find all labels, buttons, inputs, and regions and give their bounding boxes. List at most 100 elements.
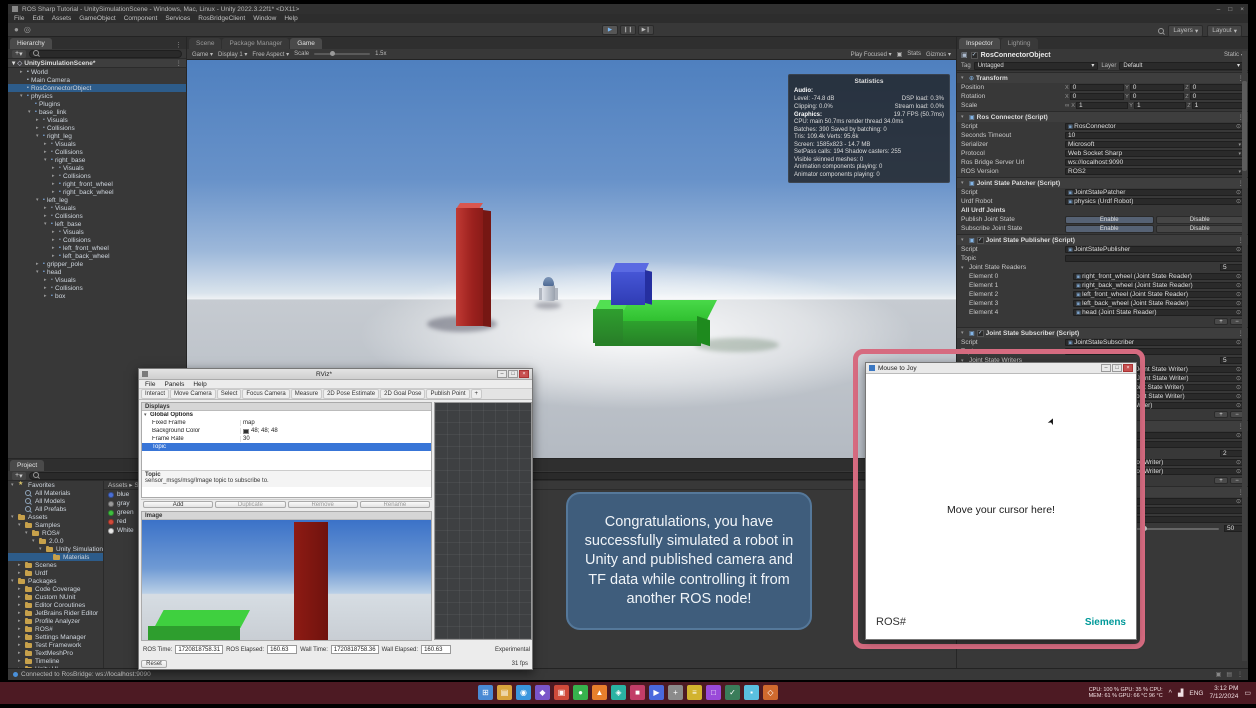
minimize-button[interactable]: – — [1101, 364, 1111, 372]
gameobject-name-field[interactable]: RosConnectorObject — [981, 52, 1051, 59]
display-property-row[interactable]: Topic — [142, 443, 431, 451]
project-folder-item[interactable]: ▸ ROS# — [8, 625, 103, 633]
foldout-arrow-icon[interactable]: ▾ — [36, 269, 43, 275]
taskbar-app-icon[interactable]: ✓ — [725, 685, 740, 700]
taskbar-app-icon[interactable]: □ — [706, 685, 721, 700]
hierarchy-item[interactable]: ▸ Visuals — [8, 140, 186, 148]
taskbar-app-icon[interactable]: ▣ — [554, 685, 569, 700]
object-picker-icon[interactable]: ⊙ — [1236, 300, 1241, 307]
taskbar-app-icon[interactable]: ◉ — [516, 685, 531, 700]
list-size-field[interactable]: 2 — [1220, 450, 1244, 457]
foldout-arrow-icon[interactable]: ▸ — [52, 229, 59, 235]
foldout-arrow-icon[interactable]: ▸ — [44, 285, 51, 291]
inspector-row[interactable]: Protocol Web Socket Sharp▾⊙ ⋮ — [957, 149, 1248, 158]
inspector-row[interactable]: Rotation X0Y0Z0 ▾⊙ ⋮ — [957, 92, 1248, 101]
hierarchy-item[interactable]: ▾ left_leg — [8, 196, 186, 204]
wall-time-value[interactable]: 1720818758.36 — [331, 645, 379, 654]
inspector-row[interactable]: Subscribe Joint State ▾⊙ Enable Disable … — [957, 224, 1248, 233]
inspector-scrollbar[interactable] — [1242, 51, 1247, 661]
hierarchy-item[interactable]: ▸ Visuals — [8, 204, 186, 212]
project-folder-item[interactable]: ▾ Favorites — [8, 481, 103, 489]
object-picker-icon[interactable]: ⊙ — [1236, 273, 1241, 280]
view-tab[interactable]: Package Manager — [222, 38, 289, 49]
taskbar-app-icon[interactable]: ▶ — [649, 685, 664, 700]
hierarchy-item[interactable]: ▸ right_back_wheel — [8, 188, 186, 196]
inspector-row[interactable]: Element 3 left_back_wheel (Joint State R… — [957, 299, 1248, 308]
foldout-arrow-icon[interactable]: ▾ — [11, 578, 18, 584]
object-picker-icon[interactable]: ⊙ — [1236, 375, 1241, 382]
foldout-arrow-icon[interactable]: ▸ — [44, 213, 51, 219]
inspector-row[interactable]: Topic ▾⊙ ⋮ — [957, 254, 1248, 263]
list-size-field[interactable]: 5 — [1220, 264, 1244, 271]
minimize-button[interactable]: – — [1217, 6, 1221, 13]
hierarchy-item[interactable]: ▸ World — [8, 68, 186, 76]
component-enabled-checkbox[interactable]: ✓ — [977, 237, 984, 244]
rviz-tool-button[interactable]: Measure — [291, 389, 322, 399]
object-picker-icon[interactable]: ⊙ — [1236, 291, 1241, 298]
close-button[interactable]: × — [1240, 6, 1244, 13]
display-property-row[interactable]: Fixed Frame map — [142, 419, 431, 427]
menu-item[interactable]: Component — [120, 15, 162, 22]
inspector-row[interactable]: Element 0 right_front_wheel (Joint State… — [957, 272, 1248, 281]
taskbar-app-icon[interactable]: ▲ — [592, 685, 607, 700]
taskbar-app-icon[interactable]: ◈ — [611, 685, 626, 700]
foldout-arrow-icon[interactable]: ▾ — [961, 265, 967, 271]
project-folder-item[interactable]: ▾ Assets — [8, 513, 103, 521]
property-value-field[interactable]: right_back_wheel (Joint State Reader)▾⊙ — [1073, 282, 1244, 289]
property-value-field[interactable]: Web Socket Sharp▾⊙ — [1065, 150, 1244, 157]
inspector-row[interactable]: Serializer Microsoft▾⊙ ⋮ — [957, 140, 1248, 149]
foldout-arrow-icon[interactable]: ▸ — [18, 570, 25, 576]
hierarchy-item[interactable]: ▾ physics — [8, 92, 186, 100]
foldout-arrow-icon[interactable]: ▾ — [961, 180, 967, 186]
property-value-field[interactable]: 10▾⊙ — [1065, 132, 1244, 139]
z-value-field[interactable]: 1 — [1192, 102, 1244, 109]
foldout-arrow-icon[interactable]: ▸ — [36, 117, 43, 123]
hierarchy-item[interactable]: ▸ Visuals — [8, 164, 186, 172]
taskbar-app-icon[interactable]: ⊞ — [478, 685, 493, 700]
enable-button[interactable]: Enable — [1065, 225, 1154, 233]
hierarchy-item[interactable]: ▸ Collisions — [8, 148, 186, 156]
taskbar-app-icon[interactable]: ≡ — [687, 685, 702, 700]
foldout-arrow-icon[interactable]: ▾ — [44, 157, 51, 163]
foldout-arrow-icon[interactable]: ▸ — [52, 253, 59, 259]
foldout-arrow-icon[interactable]: ▾ — [18, 522, 25, 528]
foldout-arrow-icon[interactable]: ▸ — [52, 245, 59, 251]
hierarchy-item[interactable]: Main Camera — [8, 76, 186, 84]
taskbar-app-icon[interactable]: ■ — [630, 685, 645, 700]
mute-audio-icon[interactable]: ▣ — [897, 51, 903, 58]
taskbar-app-icon[interactable]: ▤ — [497, 685, 512, 700]
object-picker-icon[interactable]: ⊙ — [1236, 432, 1241, 439]
object-picker-icon[interactable]: ⊙ — [1236, 402, 1241, 409]
menu-item[interactable]: GameObject — [75, 15, 120, 22]
scale-link-icon[interactable]: ∞ — [1065, 103, 1069, 109]
displays-panel-title[interactable]: Displays — [142, 403, 431, 411]
inspector-row[interactable]: Element 4 head (Joint State Reader)▾⊙ ⋮ — [957, 308, 1248, 317]
property-value-field[interactable]: right_front_wheel (Joint State Reader)▾⊙ — [1073, 273, 1244, 280]
hierarchy-item[interactable]: ▸ Collisions — [8, 212, 186, 220]
enable-button[interactable]: Enable — [1065, 216, 1154, 224]
property-value-field[interactable]: Microsoft▾⊙ — [1065, 141, 1244, 148]
panel-menu-icon[interactable]: ⋮ — [175, 41, 186, 49]
ros-time-value[interactable]: 1720818758.31 — [175, 645, 223, 654]
hierarchy-item[interactable]: ▾ head — [8, 268, 186, 276]
menu-item[interactable]: RosBridgeClient — [194, 15, 249, 22]
hierarchy-item[interactable]: ▸ Collisions — [8, 124, 186, 132]
inspector-row[interactable]: Element 1 right_back_wheel (Joint State … — [957, 281, 1248, 290]
foldout-arrow-icon[interactable]: ▸ — [44, 293, 51, 299]
foldout-arrow-icon[interactable]: ▾ — [25, 530, 32, 536]
gizmos-dropdown[interactable]: Gizmos ▾ — [926, 51, 951, 58]
project-folder-item[interactable]: ▸ Editor Coroutines — [8, 601, 103, 609]
taskbar-app-icon[interactable]: ◇ — [763, 685, 778, 700]
inspector-row[interactable]: ▾ ▣ ✓ Joint State Subscriber (Script) ▾⊙… — [957, 327, 1248, 338]
menu-item[interactable]: Help — [280, 15, 301, 22]
hierarchy-item[interactable]: ▾ left_base — [8, 220, 186, 228]
project-folder-item[interactable]: ▸ Settings Manager — [8, 633, 103, 641]
project-folder-item[interactable]: ▸ TextMeshPro — [8, 649, 103, 657]
object-picker-icon[interactable]: ⊙ — [1236, 198, 1241, 205]
displays-action-button[interactable]: Remove — [288, 501, 358, 508]
x-value-field[interactable]: 0 — [1070, 93, 1124, 100]
step-button[interactable]: ▶❙ — [638, 25, 654, 35]
foldout-arrow-icon[interactable]: ▾ — [12, 59, 15, 67]
foldout-arrow-icon[interactable]: ▸ — [44, 149, 51, 155]
property-value-field[interactable]: JointStatePatcher▾⊙ — [1065, 189, 1244, 196]
